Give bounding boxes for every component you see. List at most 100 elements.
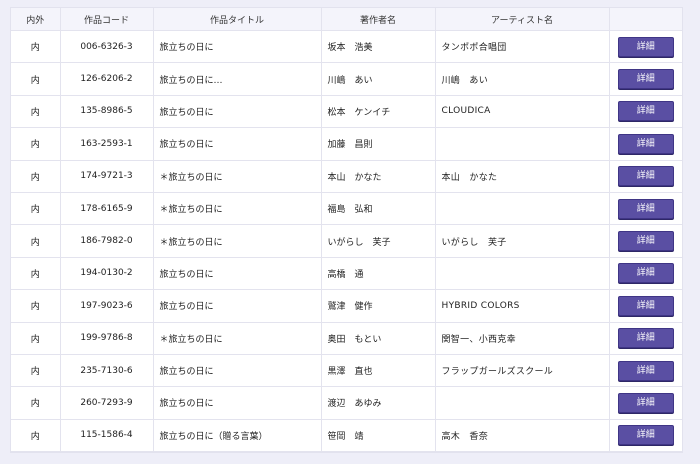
cell-action: 詳細 — [609, 289, 682, 323]
cell-inout: 内 — [11, 289, 61, 323]
cell-action: 詳細 — [609, 322, 682, 355]
cell-author: いがらし 芙子 — [321, 224, 436, 258]
cell-inout: 内 — [11, 192, 61, 226]
cell-work-code: 235-7130-6 — [60, 354, 154, 388]
detail-button[interactable]: 詳細 — [617, 198, 674, 219]
table-row: 内 197-9023-6 旅立ちの日に 鷲津 健作 HYBRID COLORS 詳細 — [11, 289, 682, 323]
cell-action: 詳細 — [609, 386, 682, 420]
cell-artist: 川嶋 あい — [435, 62, 610, 96]
cell-action: 詳細 — [609, 224, 682, 258]
detail-button[interactable]: 詳細 — [617, 133, 674, 154]
cell-action: 詳細 — [609, 192, 682, 226]
cell-work-code: 260-7293-9 — [60, 386, 154, 420]
cell-author: 本山 かなた — [321, 160, 436, 193]
detail-button[interactable]: 詳細 — [617, 392, 674, 413]
cell-inout: 内 — [11, 95, 61, 129]
cell-action: 詳細 — [609, 354, 682, 388]
cell-inout: 内 — [11, 224, 61, 258]
cell-artist — [435, 257, 610, 291]
table-header-row: 内外 作品コード 作品タイトル 著作者名 アーティスト名 — [11, 8, 682, 31]
detail-button[interactable]: 詳細 — [617, 295, 674, 316]
cell-work-code: 006-6326-3 — [60, 30, 154, 64]
cell-action: 詳細 — [609, 160, 682, 193]
cell-work-code: 174-9721-3 — [60, 160, 154, 193]
cell-work-title: 旅立ちの日に — [153, 257, 322, 291]
table-row: 内 199-9786-8 ＊旅立ちの日に 奥田 もとい 関智一、小西克幸 詳細 — [11, 322, 682, 355]
cell-author: 鷲津 健作 — [321, 289, 436, 323]
cell-work-title: ＊旅立ちの日に — [153, 224, 322, 258]
table-row: 内 186-7982-0 ＊旅立ちの日に いがらし 芙子 いがらし 芙子 詳細 — [11, 224, 682, 258]
cell-work-code: 135-8986-5 — [60, 95, 154, 129]
cell-artist: タンポポ合唱団 — [435, 30, 610, 64]
cell-action: 詳細 — [609, 30, 682, 64]
cell-inout: 内 — [11, 30, 61, 64]
detail-button[interactable]: 詳細 — [617, 360, 674, 381]
cell-inout: 内 — [11, 322, 61, 355]
cell-work-title: 旅立ちの日に（贈る言葉） — [153, 419, 322, 453]
cell-artist: 高木 香奈 — [435, 419, 610, 453]
cell-action: 詳細 — [609, 95, 682, 129]
cell-author: 奥田 もとい — [321, 322, 436, 355]
cell-work-title: 旅立ちの日に — [153, 30, 322, 64]
cell-action: 詳細 — [609, 419, 682, 453]
cell-work-title: ＊旅立ちの日に — [153, 160, 322, 193]
cell-inout: 内 — [11, 419, 61, 453]
cell-artist: 関智一、小西克幸 — [435, 322, 610, 355]
table-row: 内 135-8986-5 旅立ちの日に 松本 ケンイチ CLOUDICA 詳細 — [11, 95, 682, 129]
detail-button[interactable]: 詳細 — [617, 231, 674, 252]
cell-author: 黒澤 直也 — [321, 354, 436, 388]
cell-work-code: 126-6206-2 — [60, 62, 154, 96]
cell-author: 渡辺 あゆみ — [321, 386, 436, 420]
cell-work-title: 旅立ちの日に — [153, 289, 322, 323]
results-table-container: 内外 作品コード 作品タイトル 著作者名 アーティスト名 内 006-6326-3… — [10, 7, 683, 454]
table-row: 内 178-6165-9 ＊旅立ちの日に 福島 弘和 詳細 — [11, 192, 682, 226]
cell-work-title: 旅立ちの日に — [153, 127, 322, 161]
header-work-code: 作品コード — [60, 8, 154, 31]
cell-work-code: 115-1586-4 — [60, 419, 154, 453]
cell-inout: 内 — [11, 354, 61, 388]
cell-artist — [435, 127, 610, 161]
header-action — [609, 8, 682, 31]
cell-author: 坂本 浩美 — [321, 30, 436, 64]
detail-button[interactable]: 詳細 — [617, 166, 674, 187]
cell-work-code: 199-9786-8 — [60, 322, 154, 355]
header-artist: アーティスト名 — [435, 8, 610, 31]
header-work-title: 作品タイトル — [153, 8, 322, 31]
table-row: 内 260-7293-9 旅立ちの日に 渡辺 あゆみ 詳細 — [11, 386, 682, 420]
cell-artist — [435, 386, 610, 420]
header-inout: 内外 — [11, 8, 61, 31]
cell-work-code: 194-0130-2 — [60, 257, 154, 291]
cell-artist: フラップガールズスクール — [435, 354, 610, 388]
cell-action: 詳細 — [609, 62, 682, 96]
detail-button[interactable]: 詳細 — [617, 328, 674, 349]
table-row: 内 163-2593-1 旅立ちの日に 加藤 昌則 詳細 — [11, 127, 682, 161]
cell-work-title: 旅立ちの日に — [153, 95, 322, 129]
cell-artist: 本山 かなた — [435, 160, 610, 193]
cell-author: 川嶋 あい — [321, 62, 436, 96]
cell-work-code: 186-7982-0 — [60, 224, 154, 258]
cell-work-title: ＊旅立ちの日に — [153, 192, 322, 226]
cell-work-title: 旅立ちの日に — [153, 354, 322, 388]
table-row: 内 235-7130-6 旅立ちの日に 黒澤 直也 フラップガールズスクール 詳細 — [11, 354, 682, 388]
cell-work-title: 旅立ちの日に… — [153, 62, 322, 96]
detail-button[interactable]: 詳細 — [617, 36, 674, 57]
cell-action: 詳細 — [609, 257, 682, 291]
cell-work-code: 197-9023-6 — [60, 289, 154, 323]
cell-author: 松本 ケンイチ — [321, 95, 436, 129]
detail-button[interactable]: 詳細 — [617, 263, 674, 284]
cell-author: 加藤 昌則 — [321, 127, 436, 161]
cell-work-title: ＊旅立ちの日に — [153, 322, 322, 355]
cell-inout: 内 — [11, 62, 61, 96]
table-row: 内 174-9721-3 ＊旅立ちの日に 本山 かなた 本山 かなた 詳細 — [11, 160, 682, 193]
cell-author: 福島 弘和 — [321, 192, 436, 226]
cell-author: 高橋 通 — [321, 257, 436, 291]
table-row: 内 115-1586-4 旅立ちの日に（贈る言葉） 笹岡 靖高木 香奈 詳細 — [11, 419, 682, 453]
cell-action: 詳細 — [609, 127, 682, 161]
cell-work-code: 178-6165-9 — [60, 192, 154, 226]
cell-artist: HYBRID COLORS — [435, 289, 610, 323]
detail-button[interactable]: 詳細 — [617, 101, 674, 122]
works-table: 内外 作品コード 作品タイトル 著作者名 アーティスト名 内 006-6326-3… — [11, 8, 682, 453]
detail-button[interactable]: 詳細 — [617, 425, 674, 446]
header-author: 著作者名 — [321, 8, 436, 31]
detail-button[interactable]: 詳細 — [617, 69, 674, 90]
